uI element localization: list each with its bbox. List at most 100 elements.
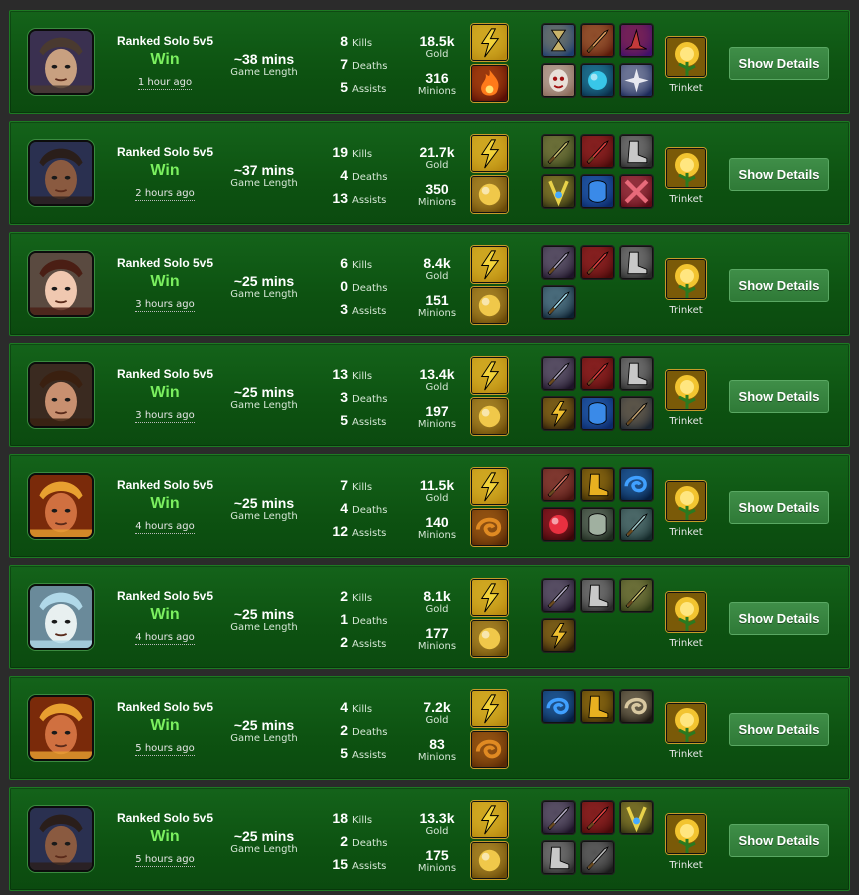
heal-icon[interactable] (471, 398, 508, 435)
scythe-icon[interactable] (542, 468, 575, 501)
flash-icon[interactable] (471, 468, 508, 505)
hourglass-icon[interactable] (542, 24, 575, 57)
chest-armor-icon[interactable] (581, 508, 614, 541)
time-ago[interactable]: 3 hours ago (110, 299, 220, 312)
exhaust-icon[interactable] (471, 509, 508, 546)
blue-gauntlet-icon[interactable] (581, 175, 614, 208)
long-sword-icon[interactable] (542, 246, 575, 279)
armored-boots-icon[interactable] (542, 841, 575, 874)
lightning-blade-icon[interactable] (542, 397, 575, 430)
long-sword-icon[interactable] (542, 579, 575, 612)
flash-icon[interactable] (471, 357, 508, 394)
time-ago[interactable]: 5 hours ago (110, 743, 220, 756)
compass-icon[interactable] (620, 64, 653, 97)
mage-portrait-icon[interactable] (28, 584, 94, 650)
trinket-icon[interactable] (666, 703, 706, 743)
trinket-icon[interactable] (666, 148, 706, 188)
time-ago-text: 2 hours ago (135, 188, 195, 201)
show-details-button[interactable]: Show Details (729, 47, 829, 80)
lightning-blade-icon[interactable] (542, 619, 575, 652)
show-details-button[interactable]: Show Details (729, 713, 829, 746)
trinket-icon[interactable] (666, 259, 706, 299)
red-blade-icon[interactable] (581, 801, 614, 834)
time-ago-text: 4 hours ago (135, 632, 195, 645)
crossbow-icon[interactable] (581, 24, 614, 57)
match-row: Ranked Solo 5v5 Win 3 hours ago ~25 mins G… (9, 232, 850, 336)
blue-gauntlet-icon[interactable] (581, 397, 614, 430)
show-details-button[interactable]: Show Details (729, 158, 829, 191)
horn-icon[interactable] (620, 690, 653, 723)
yellow-amulet-icon[interactable] (620, 801, 653, 834)
sheriff-portrait-icon[interactable] (28, 251, 94, 317)
bandit-portrait-icon[interactable] (28, 473, 94, 539)
show-details-button[interactable]: Show Details (729, 491, 829, 524)
time-ago[interactable]: 4 hours ago (110, 632, 220, 645)
time-ago[interactable]: 4 hours ago (110, 521, 220, 534)
flash-icon[interactable] (471, 690, 508, 727)
heal-icon[interactable] (471, 842, 508, 879)
trinket-icon[interactable] (666, 370, 706, 410)
gold-value: 8.1k (423, 588, 451, 604)
red-gem-icon[interactable] (542, 508, 575, 541)
rifleman-portrait-icon[interactable] (28, 140, 94, 206)
gold-minions-block: 7.2k Gold 83 Minions (402, 699, 472, 763)
greatsword-icon[interactable] (581, 841, 614, 874)
match-result: Win (150, 717, 180, 734)
hammer-icon[interactable] (620, 508, 653, 541)
show-details-button[interactable]: Show Details (729, 380, 829, 413)
time-ago[interactable]: 2 hours ago (110, 188, 220, 201)
golden-boots-icon[interactable] (581, 690, 614, 723)
ice-dagger-icon[interactable] (542, 286, 575, 319)
flash-icon[interactable] (471, 246, 508, 283)
spear-icon[interactable] (542, 135, 575, 168)
red-blade-icon[interactable] (581, 135, 614, 168)
crossed-blades-icon[interactable] (620, 175, 653, 208)
trinket-icon[interactable] (666, 592, 706, 632)
blue-swirl-icon[interactable] (542, 690, 575, 723)
show-details-button[interactable]: Show Details (729, 824, 829, 857)
axeman-portrait-icon[interactable] (28, 362, 94, 428)
armored-boots-icon[interactable] (620, 246, 653, 279)
yellow-amulet-icon[interactable] (542, 175, 575, 208)
heal-icon[interactable] (471, 287, 508, 324)
flash-icon[interactable] (471, 579, 508, 616)
blue-swirl-icon[interactable] (620, 468, 653, 501)
flash-icon[interactable] (471, 135, 508, 172)
spear-icon[interactable] (620, 579, 653, 612)
trinket-icon[interactable] (666, 481, 706, 521)
mask-icon[interactable] (542, 64, 575, 97)
bandit-portrait-icon[interactable] (28, 695, 94, 761)
heal-icon[interactable] (471, 620, 508, 657)
long-sword-icon[interactable] (542, 357, 575, 390)
game-length-value: ~25 mins (233, 273, 295, 289)
trinket-icon[interactable] (666, 37, 706, 77)
armored-boots-icon[interactable] (581, 579, 614, 612)
wizard-hat-icon[interactable] (620, 24, 653, 57)
minions-label: Minions (417, 863, 457, 874)
assists-value: 2 (340, 634, 348, 650)
gold-minions-block: 18.5k Gold 316 Minions (402, 33, 472, 97)
exhaust-icon[interactable] (471, 731, 508, 768)
heal-icon[interactable] (471, 176, 508, 213)
red-blade-icon[interactable] (581, 357, 614, 390)
deaths-value: 7 (340, 56, 348, 72)
time-ago[interactable]: 3 hours ago (110, 410, 220, 423)
flash-icon[interactable] (471, 801, 508, 838)
show-details-button[interactable]: Show Details (729, 269, 829, 302)
blue-orb-blade-icon[interactable] (581, 64, 614, 97)
armored-boots-icon[interactable] (620, 135, 653, 168)
flash-icon[interactable] (471, 24, 508, 61)
rifleman-portrait-icon[interactable] (28, 806, 94, 872)
gunslinger-portrait-icon[interactable] (28, 29, 94, 95)
long-sword-icon[interactable] (542, 801, 575, 834)
bow-icon[interactable] (620, 397, 653, 430)
show-details-button[interactable]: Show Details (729, 602, 829, 635)
ignite-icon[interactable] (471, 65, 508, 102)
red-blade-icon[interactable] (581, 246, 614, 279)
match-result: Win (150, 384, 180, 401)
golden-boots-icon[interactable] (581, 468, 614, 501)
armored-boots-icon[interactable] (620, 357, 653, 390)
trinket-icon[interactable] (666, 814, 706, 854)
time-ago[interactable]: 1 hour ago (110, 77, 220, 90)
time-ago[interactable]: 5 hours ago (110, 854, 220, 867)
